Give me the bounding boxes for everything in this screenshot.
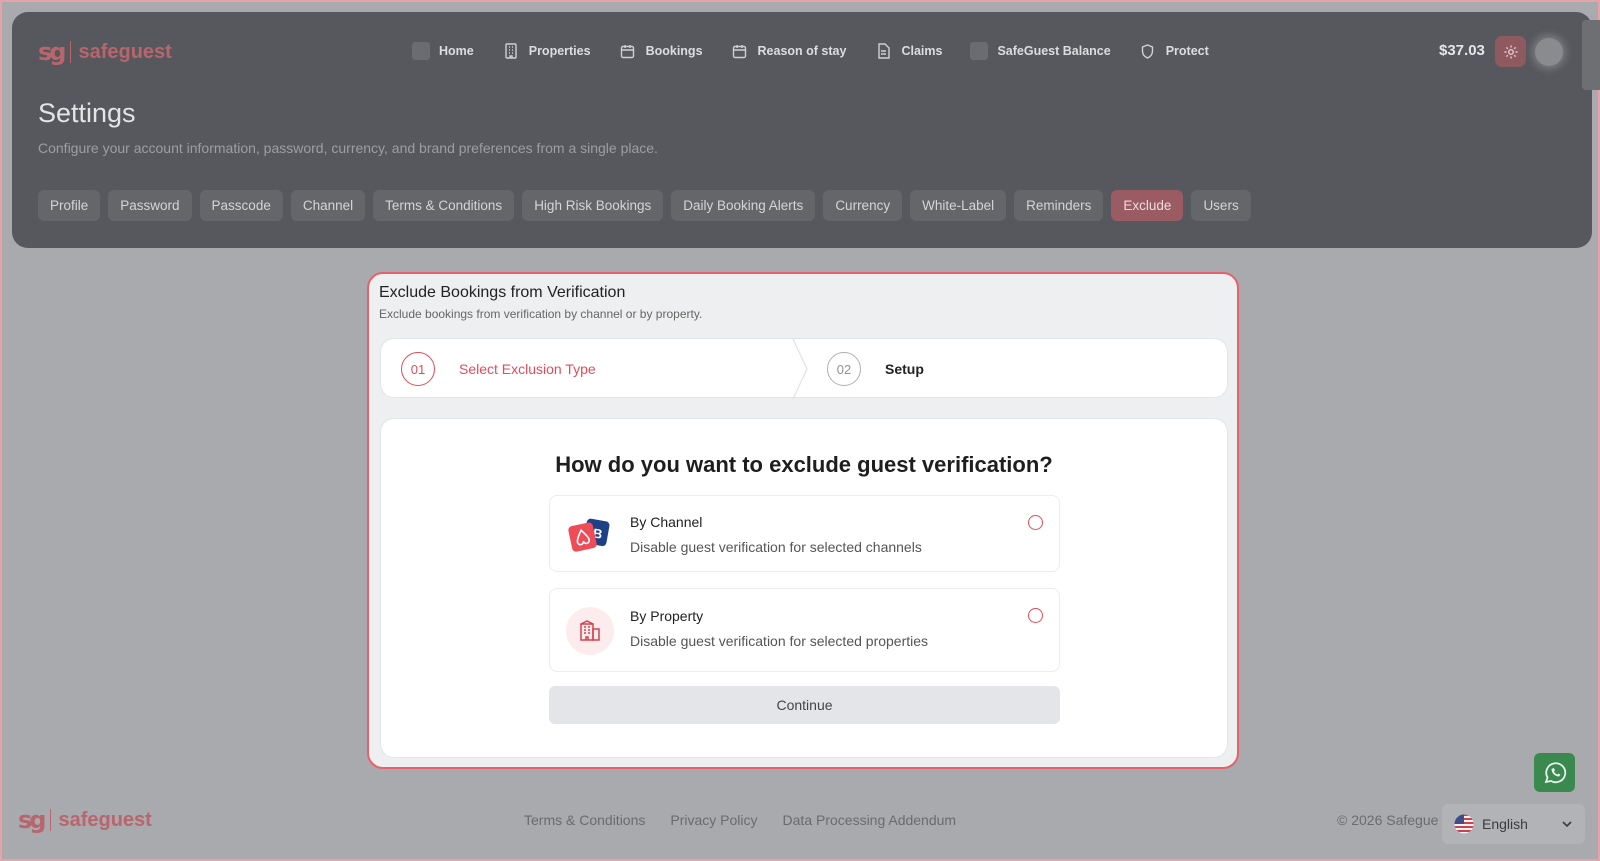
nav-label: SafeGuest Balance: [997, 44, 1111, 58]
footer-link-privacy[interactable]: Privacy Policy: [670, 812, 757, 828]
card-subtitle: Exclude bookings from verification by ch…: [379, 307, 703, 321]
tab-passcode[interactable]: Passcode: [199, 190, 283, 221]
settings-tabs: Profile Password Passcode Channel Terms …: [38, 190, 1251, 221]
logo-text: safeguest: [78, 40, 172, 63]
tab-currency[interactable]: Currency: [823, 190, 903, 221]
nav-label: Bookings: [645, 44, 703, 58]
logo-mark: sg: [18, 806, 47, 834]
nav-item-reason-of-stay[interactable]: Reason of stay: [731, 42, 847, 60]
home-icon: [412, 42, 430, 60]
tab-channel[interactable]: Channel: [290, 190, 366, 221]
logo-separator: [50, 809, 52, 831]
main-nav: Home Properties Bookings Reason of stay …: [412, 42, 1209, 60]
chevron-down-icon: [1562, 821, 1572, 828]
card-title: Exclude Bookings from Verification: [379, 284, 626, 301]
logo-text: safeguest: [58, 808, 152, 831]
stepper: 01 Select Exclusion Type 02 Setup: [380, 338, 1228, 399]
nav-label: Reason of stay: [757, 44, 847, 58]
calendar-icon: [731, 42, 749, 60]
settings-button[interactable]: [1495, 36, 1526, 67]
language-label: English: [1482, 816, 1528, 832]
footer-link-terms[interactable]: Terms & Conditions: [524, 812, 645, 828]
tab-white-label[interactable]: White-Label: [910, 190, 1007, 221]
whatsapp-button[interactable]: [1534, 753, 1575, 792]
channel-logos-icon: B: [566, 516, 612, 559]
step-chevron-divider: [792, 339, 808, 399]
question-heading: How do you want to exclude guest verific…: [555, 452, 1053, 477]
account-balance: $37.03: [1439, 42, 1485, 59]
nav-item-properties[interactable]: Properties: [502, 42, 591, 60]
step-number: 02: [827, 352, 861, 386]
page-subtitle: Configure your account information, pass…: [38, 140, 658, 156]
step-select-exclusion-type[interactable]: 01 Select Exclusion Type: [401, 339, 596, 399]
exclude-card: Exclude Bookings from Verification Exclu…: [367, 272, 1239, 769]
nav-item-bookings[interactable]: Bookings: [619, 42, 703, 60]
language-selector[interactable]: English: [1442, 804, 1585, 844]
scroll-edge: [1582, 20, 1600, 90]
radio-by-property[interactable]: [1028, 608, 1043, 623]
option-by-property[interactable]: By Property Disable guest verification f…: [549, 588, 1060, 672]
tab-daily-booking-alerts[interactable]: Daily Booking Alerts: [671, 190, 816, 221]
top-header: sg safeguest Home Properties Bookings Re…: [12, 12, 1592, 248]
footer-logo[interactable]: sg safeguest: [18, 806, 152, 834]
nav-item-protect[interactable]: Protect: [1139, 42, 1209, 60]
option-description: Disable guest verification for selected …: [630, 539, 922, 555]
nav-label: Protect: [1165, 44, 1209, 58]
brand-logo[interactable]: sg safeguest: [38, 38, 172, 66]
option-description: Disable guest verification for selected …: [630, 633, 929, 649]
tab-profile[interactable]: Profile: [38, 190, 101, 221]
building-icon: [566, 607, 614, 655]
tab-terms-conditions[interactable]: Terms & Conditions: [373, 190, 515, 221]
whatsapp-icon: [1544, 761, 1566, 783]
nav-item-claims[interactable]: Claims: [874, 42, 942, 60]
page-title: Settings: [38, 98, 136, 128]
continue-button[interactable]: Continue: [549, 686, 1060, 724]
nav-item-home[interactable]: Home: [412, 42, 474, 60]
building-icon: [502, 42, 520, 60]
nav-label: Claims: [901, 44, 943, 58]
gear-icon: [1504, 45, 1517, 58]
wallet-icon: [970, 42, 989, 60]
step-setup[interactable]: 02 Setup: [827, 339, 924, 399]
footer-link-dpa[interactable]: Data Processing Addendum: [783, 812, 957, 828]
shield-icon: [1139, 42, 1157, 60]
logo-mark: sg: [38, 38, 67, 66]
exclusion-type-panel: How do you want to exclude guest verific…: [380, 418, 1228, 758]
tab-password[interactable]: Password: [108, 190, 192, 221]
calendar-icon: [619, 42, 637, 60]
tab-high-risk-bookings[interactable]: High Risk Bookings: [522, 190, 664, 221]
footer-links: Terms & Conditions Privacy Policy Data P…: [524, 812, 956, 828]
logo-separator: [70, 41, 72, 63]
step-label: Select Exclusion Type: [459, 361, 596, 377]
us-flag-icon: [1454, 814, 1474, 834]
tab-exclude[interactable]: Exclude: [1111, 190, 1184, 221]
nav-item-safeguest-balance[interactable]: SafeGuest Balance: [970, 42, 1111, 60]
step-label: Setup: [885, 361, 924, 377]
nav-label: Properties: [528, 44, 591, 58]
option-by-channel[interactable]: B By Channel Disable guest verification …: [549, 495, 1060, 572]
option-title: By Property: [630, 608, 704, 624]
tab-users[interactable]: Users: [1191, 190, 1251, 221]
copyright-text: © 2026 Safegue: [1337, 812, 1439, 828]
tab-reminders[interactable]: Reminders: [1014, 190, 1104, 221]
step-number: 01: [401, 352, 435, 386]
nav-label: Home: [439, 44, 474, 58]
document-icon: [874, 42, 892, 60]
radio-by-channel[interactable]: [1028, 515, 1043, 530]
option-title: By Channel: [630, 514, 703, 530]
avatar[interactable]: [1535, 38, 1563, 66]
